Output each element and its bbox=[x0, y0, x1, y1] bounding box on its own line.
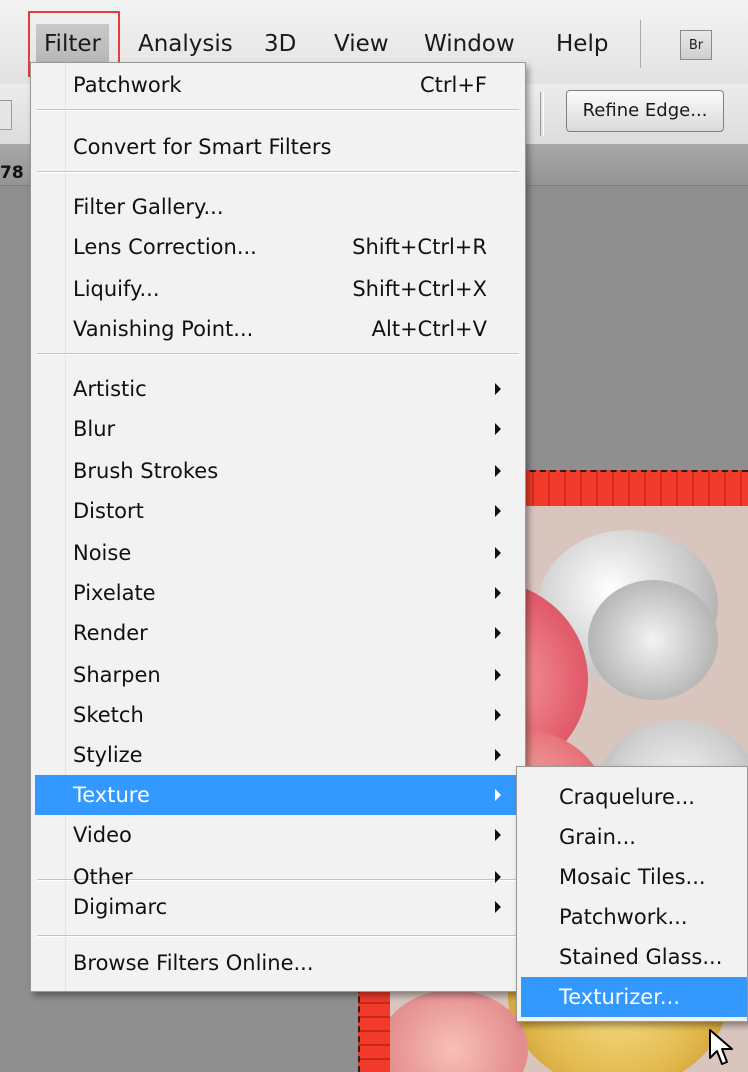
submenu-arrow-icon bbox=[495, 901, 501, 913]
menu-item-render[interactable]: Render bbox=[35, 613, 521, 653]
submenu-arrow-icon bbox=[495, 709, 501, 721]
submenu-item-label: Patchwork... bbox=[559, 905, 688, 929]
menu-separator bbox=[37, 171, 519, 173]
filter-menu: Patchwork Ctrl+F Convert for Smart Filters… bbox=[30, 62, 526, 992]
submenu-arrow-icon bbox=[495, 423, 501, 435]
menu-separator bbox=[37, 935, 519, 937]
menu-item-stylize[interactable]: Stylize bbox=[35, 735, 521, 775]
options-divider bbox=[540, 92, 544, 136]
refine-edge-button[interactable]: Refine Edge... bbox=[566, 90, 724, 132]
menu-item-patchwork[interactable]: Patchwork Ctrl+F bbox=[35, 65, 521, 105]
submenu-arrow-icon bbox=[495, 383, 501, 395]
menu-item-brush-strokes[interactable]: Brush Strokes bbox=[35, 451, 521, 491]
menu-item-label: Sharpen bbox=[73, 663, 161, 687]
submenu-arrow-icon bbox=[495, 789, 501, 801]
menu-item-browse-filters-online[interactable]: Browse Filters Online... bbox=[35, 943, 521, 983]
menu-item-label: Sketch bbox=[73, 703, 144, 727]
menu-item-label: Brush Strokes bbox=[73, 459, 219, 483]
submenu-item-grain[interactable]: Grain... bbox=[521, 817, 747, 857]
menu-item-digimarc[interactable]: Digimarc bbox=[35, 887, 521, 927]
menu-item-label: Lens Correction... bbox=[73, 235, 257, 259]
submenu-arrow-icon bbox=[495, 547, 501, 559]
menu-item-shortcut: Alt+Ctrl+V bbox=[371, 317, 487, 341]
submenu-arrow-icon bbox=[495, 587, 501, 599]
mouse-cursor-icon bbox=[709, 1029, 733, 1065]
menu-item-label: Texture bbox=[73, 783, 150, 807]
menu-separator bbox=[37, 109, 519, 111]
options-control[interactable] bbox=[0, 100, 12, 130]
submenu-item-label: Mosaic Tiles... bbox=[559, 865, 706, 889]
submenu-arrow-icon bbox=[495, 669, 501, 681]
submenu-item-label: Texturizer... bbox=[559, 985, 680, 1009]
menu-item-label: Filter Gallery... bbox=[73, 195, 224, 219]
menu-item-shortcut: Ctrl+F bbox=[419, 73, 487, 97]
menu-item-label: Digimarc bbox=[73, 895, 168, 919]
submenu-item-patchwork[interactable]: Patchwork... bbox=[521, 897, 747, 937]
menu-item-label: Vanishing Point... bbox=[73, 317, 254, 341]
submenu-arrow-icon bbox=[495, 871, 501, 883]
menu-item-video[interactable]: Video bbox=[35, 815, 521, 855]
menu-item-label: Video bbox=[73, 823, 132, 847]
submenu-item-label: Stained Glass... bbox=[559, 945, 723, 969]
menu-item-label: Artistic bbox=[73, 377, 147, 401]
menu-item-label: Render bbox=[73, 621, 148, 645]
menu-item-convert-for-smart-filters[interactable]: Convert for Smart Filters bbox=[35, 127, 521, 167]
submenu-arrow-icon bbox=[495, 465, 501, 477]
menu-window[interactable]: Window bbox=[424, 24, 515, 64]
menu-item-label: Convert for Smart Filters bbox=[73, 135, 332, 159]
menu-item-sharpen[interactable]: Sharpen bbox=[35, 655, 521, 695]
menu-help[interactable]: Help bbox=[556, 24, 608, 64]
menu-item-pixelate[interactable]: Pixelate bbox=[35, 573, 521, 613]
menu-item-label: Distort bbox=[73, 499, 144, 523]
submenu-item-mosaic-tiles[interactable]: Mosaic Tiles... bbox=[521, 857, 747, 897]
submenu-item-craquelure[interactable]: Craquelure... bbox=[521, 777, 747, 817]
menu-item-distort[interactable]: Distort bbox=[35, 491, 521, 531]
menu-item-sketch[interactable]: Sketch bbox=[35, 695, 521, 735]
menu-item-label: Browse Filters Online... bbox=[73, 951, 314, 975]
menu-item-vanishing-point[interactable]: Vanishing Point... Alt+Ctrl+V bbox=[35, 309, 521, 349]
menu-item-label: Liquify... bbox=[73, 277, 160, 301]
menu-item-shortcut: Shift+Ctrl+X bbox=[352, 277, 487, 301]
submenu-arrow-icon bbox=[495, 505, 501, 517]
menu-item-blur[interactable]: Blur bbox=[35, 409, 521, 449]
menu-item-texture[interactable]: Texture bbox=[35, 775, 521, 815]
menu-item-artistic[interactable]: Artistic bbox=[35, 369, 521, 409]
menu-separator bbox=[37, 353, 519, 355]
submenu-arrow-icon bbox=[495, 627, 501, 639]
menu-item-liquify[interactable]: Liquify... Shift+Ctrl+X bbox=[35, 269, 521, 309]
menu-item-lens-correction[interactable]: Lens Correction... Shift+Ctrl+R bbox=[35, 227, 521, 267]
menu-item-label: Stylize bbox=[73, 743, 143, 767]
submenu-item-stained-glass[interactable]: Stained Glass... bbox=[521, 937, 747, 977]
submenu-item-texturizer[interactable]: Texturizer... bbox=[521, 977, 747, 1017]
submenu-arrow-icon bbox=[495, 749, 501, 761]
submenu-arrow-icon bbox=[495, 829, 501, 841]
bridge-button[interactable]: Br bbox=[680, 30, 712, 60]
menu-item-label: Noise bbox=[73, 541, 132, 565]
menu-analysis[interactable]: Analysis bbox=[138, 24, 233, 64]
menu-item-label: Blur bbox=[73, 417, 116, 441]
menu-item-noise[interactable]: Noise bbox=[35, 533, 521, 573]
menubar-divider bbox=[640, 20, 641, 68]
texture-submenu: Craquelure... Grain... Mosaic Tiles... Patc… bbox=[516, 766, 748, 1022]
submenu-item-label: Grain... bbox=[559, 825, 636, 849]
menu-item-label: Patchwork bbox=[73, 73, 182, 97]
menu-item-shortcut: Shift+Ctrl+R bbox=[352, 235, 487, 259]
menu-item-filter-gallery[interactable]: Filter Gallery... bbox=[35, 187, 521, 227]
document-tab-label[interactable]: 78 bbox=[0, 163, 24, 183]
menu-3d[interactable]: 3D bbox=[264, 24, 296, 64]
menu-item-label: Pixelate bbox=[73, 581, 156, 605]
submenu-item-label: Craquelure... bbox=[559, 785, 695, 809]
menu-view[interactable]: View bbox=[334, 24, 389, 64]
